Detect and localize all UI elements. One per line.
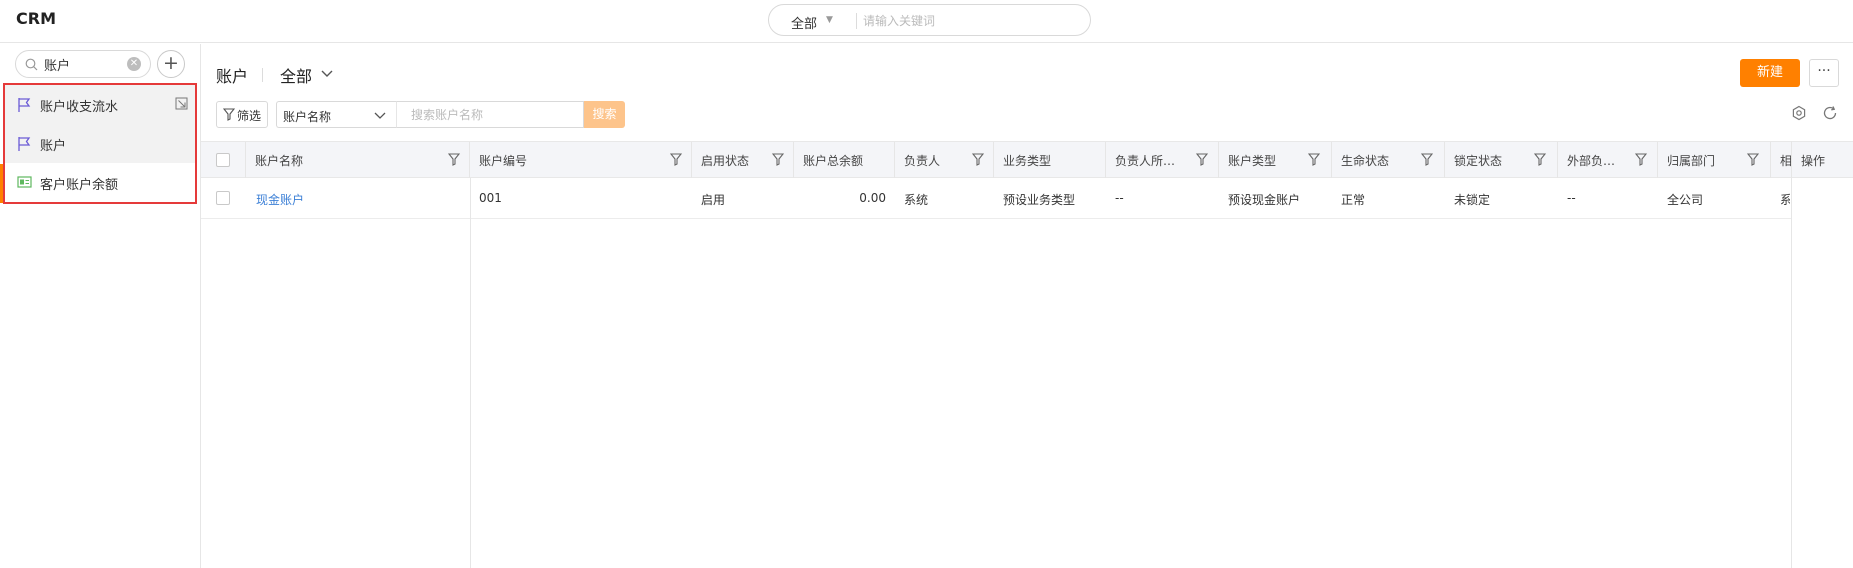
table-cell: 001 [479,191,502,205]
table-header: 账户名称 账户编号 启用状态 账户总余额 负责人 业务类型 负责人所… 账户类型 [201,141,1853,178]
more-button[interactable]: ··· [1809,59,1839,87]
caret-down-icon[interactable]: ▼ [826,15,833,25]
table-cell: 系 [1780,193,1790,207]
table-cell: 正常 [1341,193,1366,207]
sidebar-search-input[interactable] [44,56,124,72]
column-divider [470,178,471,568]
column-header[interactable]: 账户编号 [470,142,692,178]
id-card-icon [17,176,32,188]
open-in-new-icon[interactable] [175,97,188,110]
divider [856,13,857,29]
sidebar-item-customer-balance[interactable]: 客户账户余额 [5,163,195,202]
table-cell: 0.00 [859,191,886,205]
table-row[interactable]: 现金账户 001 启用 0.00 系统 预设业务类型 -- 预设现金账户 正常 … [201,178,1853,219]
table-cell: -- [1115,191,1124,205]
operation-header-label: 操作 [1801,154,1826,168]
column-header[interactable]: 生命状态 [1332,142,1445,178]
top-bar: CRM 全部 ▼ [0,0,1853,43]
column-header[interactable]: 账户名称 [246,142,470,178]
column-header[interactable]: 负责人 [895,142,994,178]
chevron-down-icon[interactable] [320,66,334,80]
table-cell: -- [1567,191,1576,205]
select-all-cell [201,142,246,178]
filter-icon[interactable] [772,153,784,166]
column-header[interactable]: 账户总余额 [794,142,895,178]
search-input-wrap [396,101,584,128]
search-field-label: 账户名称 [283,110,332,124]
table-cell: 预设业务类型 [1003,193,1076,207]
table-cell: 全公司 [1667,193,1704,207]
new-button[interactable]: 新建 [1740,59,1800,87]
search-button[interactable]: 搜索 [584,101,625,128]
settings-icon[interactable] [1791,105,1807,121]
sidebar-search: ✕ [15,50,151,78]
column-header[interactable]: 账户类型 [1219,142,1332,178]
divider [262,68,263,82]
search-icon [25,58,38,71]
table-cell: 启用 [701,193,726,207]
filter-icon [223,108,235,121]
global-search-input[interactable] [863,11,1073,31]
filter-icon[interactable] [1534,153,1546,166]
sidebar-item-label: 账户 [40,139,67,154]
column-header[interactable]: 锁定状态 [1445,142,1558,178]
filter-icon[interactable] [1308,153,1320,166]
sidebar-item-account-flow[interactable]: 账户收支流水 [5,85,195,124]
operation-column: 操作 [1791,141,1853,568]
filter-icon[interactable] [1196,153,1208,166]
filter-icon[interactable] [670,153,682,166]
flag-icon [18,137,31,151]
filter-button[interactable]: 筛选 [216,101,268,128]
app-title: CRM [16,9,56,28]
select-all-checkbox[interactable] [216,153,230,167]
page-title: 账户 [216,67,249,86]
chevron-down-icon [374,112,386,119]
global-search-scope[interactable]: 全部 [791,13,817,32]
filter-icon[interactable] [972,153,984,166]
operation-header: 操作 [1792,141,1853,178]
table-cell: 未锁定 [1454,193,1491,207]
add-button[interactable]: + [157,50,185,78]
column-header[interactable]: 启用状态 [692,142,794,178]
clear-icon[interactable]: ✕ [127,57,141,71]
filter-icon[interactable] [1635,153,1647,166]
refresh-icon[interactable] [1822,105,1838,121]
row-checkbox[interactable] [216,191,230,205]
global-search: 全部 ▼ [768,4,1091,36]
sidebar-item-account[interactable]: 账户 [5,124,195,163]
flag-icon [18,98,31,112]
filter-icon[interactable] [448,153,460,166]
search-results-highlight: 账户收支流水 账户 客户账户余额 [3,83,197,204]
column-header[interactable]: 业务类型 [994,142,1106,178]
table-cell: 预设现金账户 [1228,193,1301,207]
filter-icon[interactable] [1421,153,1433,166]
data-table: 账户名称 账户编号 启用状态 账户总余额 负责人 业务类型 负责人所… 账户类型 [201,141,1853,568]
column-header[interactable]: 归属部门 [1658,142,1771,178]
search-input[interactable] [411,107,576,123]
column-header[interactable]: 负责人所… [1106,142,1219,178]
view-filter-dropdown[interactable]: 全部 [280,63,312,87]
column-header[interactable]: 外部负… [1558,142,1658,178]
sidebar-item-label: 账户收支流水 [40,100,119,115]
sidebar-item-label: 客户账户余额 [40,178,119,193]
search-field-select[interactable]: 账户名称 [276,101,396,128]
filter-button-label: 筛选 [237,109,262,123]
account-name-link[interactable]: 现金账户 [256,191,304,208]
column-header[interactable]: 相 [1771,142,1791,178]
filter-icon[interactable] [1747,153,1759,166]
table-cell: 系统 [904,193,929,207]
left-panel: ✕ + 账户收支流水 账户 [0,44,201,568]
